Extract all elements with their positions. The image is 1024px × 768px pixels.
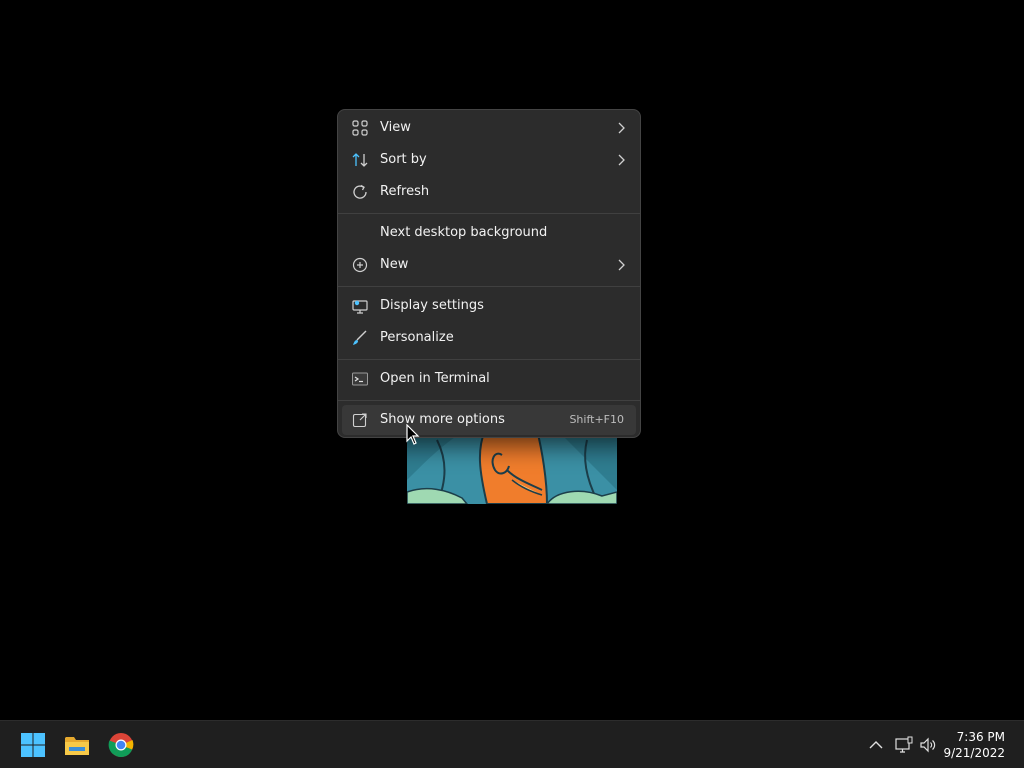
volume-icon xyxy=(920,737,936,753)
menu-item-sort-by[interactable]: Sort by xyxy=(342,145,636,175)
chevron-right-icon xyxy=(618,259,625,271)
menu-item-label: Sort by xyxy=(380,152,427,167)
taskbar: 7:36 PM 9/21/2022 xyxy=(0,720,1024,768)
open-external-icon xyxy=(352,413,367,428)
terminal-icon xyxy=(352,372,368,386)
menu-item-refresh[interactable]: Refresh xyxy=(342,177,636,207)
menu-item-open-in-terminal[interactable]: Open in Terminal xyxy=(342,364,636,394)
menu-item-label: View xyxy=(380,120,411,135)
chrome-button[interactable] xyxy=(107,731,135,759)
display-icon xyxy=(352,300,368,314)
clock-date: 9/21/2022 xyxy=(943,746,1005,760)
menu-item-label: Open in Terminal xyxy=(380,371,490,386)
windows-logo-icon xyxy=(21,733,45,757)
volume-button[interactable] xyxy=(918,735,938,755)
menu-item-show-more-options[interactable]: Show more options Shift+F10 xyxy=(342,405,636,435)
menu-item-next-desktop-background[interactable]: Next desktop background xyxy=(342,218,636,248)
menu-item-new[interactable]: New xyxy=(342,250,636,280)
desktop-context-menu: View Sort by Refresh Next desktop backgr… xyxy=(337,109,641,438)
menu-item-label: Personalize xyxy=(380,330,454,345)
menu-item-label: Show more options xyxy=(380,412,505,427)
chevron-right-icon xyxy=(618,122,625,134)
clock[interactable]: 7:36 PM 9/21/2022 xyxy=(943,729,1005,761)
wallpaper-image xyxy=(407,430,617,504)
add-circle-icon xyxy=(352,257,368,273)
menu-item-label: Display settings xyxy=(380,298,484,313)
grid-view-icon xyxy=(352,120,368,136)
refresh-icon xyxy=(353,184,367,199)
menu-separator xyxy=(338,400,640,401)
menu-separator xyxy=(338,286,640,287)
menu-separator xyxy=(338,359,640,360)
start-button[interactable] xyxy=(19,731,47,759)
show-hidden-icons-button[interactable] xyxy=(866,735,886,755)
network-icon xyxy=(895,736,913,753)
menu-separator xyxy=(338,213,640,214)
menu-item-display-settings[interactable]: Display settings xyxy=(342,291,636,321)
network-button[interactable] xyxy=(894,735,914,755)
file-explorer-button[interactable] xyxy=(63,731,91,759)
menu-item-label: Refresh xyxy=(380,184,430,199)
keyboard-shortcut: Shift+F10 xyxy=(569,413,624,426)
menu-item-view[interactable]: View xyxy=(342,113,636,143)
menu-item-personalize[interactable]: Personalize xyxy=(342,323,636,353)
chevron-right-icon xyxy=(618,154,625,166)
folder-icon xyxy=(65,737,89,755)
brush-icon xyxy=(353,330,367,345)
menu-item-label: Next desktop background xyxy=(380,225,548,240)
menu-item-label: New xyxy=(380,257,409,272)
clock-time: 7:36 PM xyxy=(956,730,1005,744)
sort-arrows-icon xyxy=(352,153,368,167)
chrome-icon xyxy=(108,733,134,758)
chevron-up-icon xyxy=(869,741,883,749)
desktop[interactable]: View Sort by Refresh Next desktop backgr… xyxy=(0,0,1024,720)
mouse-cursor-icon xyxy=(406,424,420,445)
